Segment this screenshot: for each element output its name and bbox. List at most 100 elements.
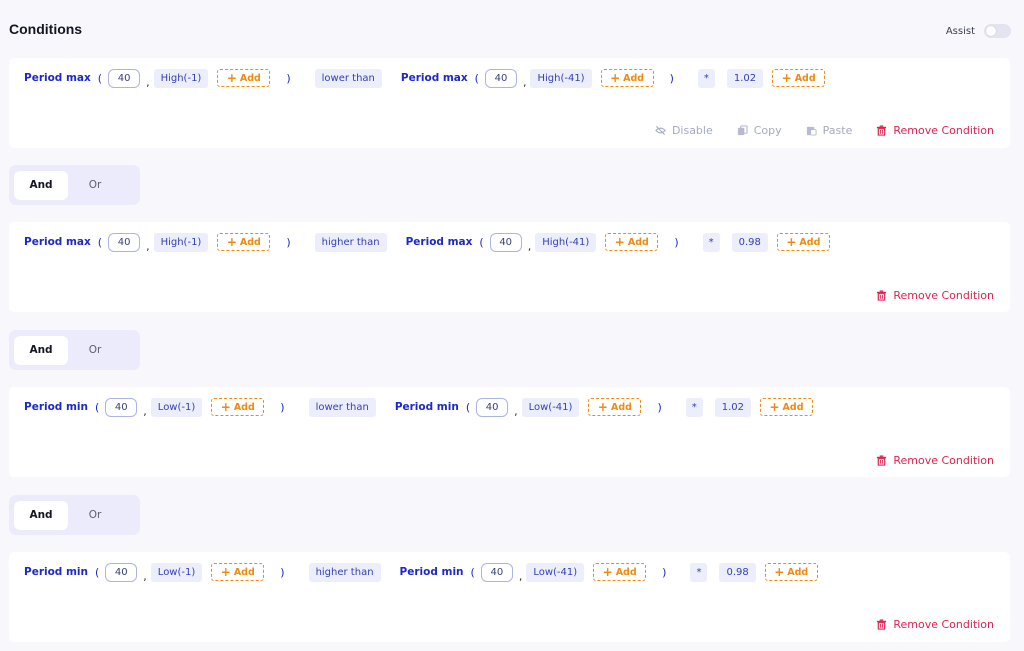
right-function[interactable]: Period min xyxy=(400,566,464,578)
add-label: Add xyxy=(627,236,649,248)
or-button[interactable]: Or xyxy=(68,336,122,365)
comma: , xyxy=(146,75,150,89)
left-period-input[interactable]: 40 xyxy=(108,68,141,88)
right-period-input[interactable]: 40 xyxy=(484,68,517,88)
multiplier-chip[interactable]: 1.02 xyxy=(714,397,751,417)
remove-condition-button[interactable]: Remove Condition xyxy=(876,124,994,137)
left-source-chip[interactable]: High(-1) xyxy=(153,68,209,88)
operator-chip[interactable]: * xyxy=(685,397,703,417)
add-button[interactable]: + Add xyxy=(600,69,654,87)
add-button[interactable]: + Add xyxy=(588,398,642,416)
right-function[interactable]: Period max xyxy=(406,236,473,248)
right-source-chip[interactable]: Low(-41) xyxy=(521,397,580,417)
eye-off-icon xyxy=(655,125,666,136)
add-button[interactable]: + Add xyxy=(772,69,826,87)
and-button[interactable]: And xyxy=(14,170,68,200)
remove-condition-button[interactable]: Remove Condition xyxy=(876,618,994,631)
right-period-input[interactable]: 40 xyxy=(489,232,522,252)
plus-icon: + xyxy=(220,565,231,579)
remove-condition-button[interactable]: Remove Condition xyxy=(876,454,994,467)
disable-label: Disable xyxy=(671,124,713,137)
add-label: Add xyxy=(787,566,809,578)
comparator-chip[interactable]: higher than xyxy=(314,232,387,252)
comma: , xyxy=(143,404,147,418)
comparator-chip[interactable]: higher than xyxy=(308,562,381,582)
copy-button[interactable]: Copy xyxy=(737,124,782,137)
comparator-chip[interactable]: lower than xyxy=(308,397,376,417)
right-function[interactable]: Period min xyxy=(395,401,459,413)
right-period-input[interactable]: 40 xyxy=(480,562,513,582)
condition-card: Period min ( 40 , Low(-1) + Add ) higher … xyxy=(9,552,1010,642)
add-button[interactable]: + Add xyxy=(211,398,265,416)
operator-chip[interactable]: * xyxy=(690,562,708,582)
plus-icon: + xyxy=(610,71,621,85)
condition-card: Period max ( 40 , High(-1) + Add ) lower … xyxy=(9,58,1010,148)
or-button[interactable]: Or xyxy=(68,501,122,530)
condition-row: Period max ( 40 , High(-1) + Add ) higher… xyxy=(24,222,830,262)
comma: , xyxy=(143,569,147,583)
right-period-input[interactable]: 40 xyxy=(476,397,509,417)
trash-icon xyxy=(877,619,887,630)
condition-actions: Remove Condition xyxy=(876,289,994,302)
remove-label: Remove Condition xyxy=(893,454,994,467)
assist-toggle[interactable] xyxy=(984,24,1011,38)
left-period-input[interactable]: 40 xyxy=(105,397,138,417)
paste-button[interactable]: Paste xyxy=(806,124,852,137)
left-function[interactable]: Period min xyxy=(24,566,88,578)
add-button[interactable]: + Add xyxy=(776,233,830,251)
close-paren: ) xyxy=(280,565,285,579)
left-function[interactable]: Period min xyxy=(24,401,88,413)
add-button[interactable]: + Add xyxy=(605,233,659,251)
comma: , xyxy=(514,404,518,418)
plus-icon: + xyxy=(786,235,797,249)
right-source-chip[interactable]: Low(-41) xyxy=(526,562,585,582)
right-source-chip[interactable]: High(-41) xyxy=(535,232,597,252)
close-paren: ) xyxy=(669,71,674,85)
add-button[interactable]: + Add xyxy=(217,233,271,251)
plus-icon: + xyxy=(226,71,237,85)
close-paren: ) xyxy=(657,400,662,414)
close-paren: ) xyxy=(286,235,291,249)
left-source-chip[interactable]: Low(-1) xyxy=(150,397,203,417)
add-label: Add xyxy=(239,236,261,248)
add-button[interactable]: + Add xyxy=(211,563,265,581)
remove-condition-button[interactable]: Remove Condition xyxy=(876,289,994,302)
multiplier-chip[interactable]: 0.98 xyxy=(719,562,756,582)
operator-chip[interactable]: * xyxy=(702,232,720,252)
or-button[interactable]: Or xyxy=(68,171,122,200)
comma: , xyxy=(518,569,523,583)
open-paren: ( xyxy=(470,565,475,579)
plus-icon: + xyxy=(781,71,792,85)
right-function[interactable]: Period max xyxy=(401,72,468,84)
plus-icon: + xyxy=(220,400,231,414)
left-period-input[interactable]: 40 xyxy=(105,562,138,582)
and-button[interactable]: And xyxy=(14,500,68,530)
paste-icon xyxy=(806,126,817,136)
add-label: Add xyxy=(610,401,632,413)
add-label: Add xyxy=(233,566,255,578)
trash-icon xyxy=(877,290,887,301)
add-button[interactable]: + Add xyxy=(593,563,647,581)
comparator-chip[interactable]: lower than xyxy=(314,68,382,88)
left-function[interactable]: Period max xyxy=(24,72,91,84)
add-button[interactable]: + Add xyxy=(760,398,813,416)
add-label: Add xyxy=(239,72,261,84)
left-source-chip[interactable]: High(-1) xyxy=(153,232,209,252)
comma: , xyxy=(146,239,150,253)
disable-button[interactable]: Disable xyxy=(655,124,713,137)
right-source-chip[interactable]: High(-41) xyxy=(530,68,592,88)
open-paren: ( xyxy=(95,400,100,414)
multiplier-chip[interactable]: 1.02 xyxy=(726,68,764,88)
and-button[interactable]: And xyxy=(14,335,68,365)
multiplier-chip[interactable]: 0.98 xyxy=(731,232,768,252)
open-paren: ( xyxy=(97,235,103,249)
left-source-chip[interactable]: Low(-1) xyxy=(150,562,203,582)
assist-label: Assist xyxy=(945,25,975,37)
operator-chip[interactable]: * xyxy=(697,68,715,88)
left-period-input[interactable]: 40 xyxy=(108,232,141,252)
close-paren: ) xyxy=(286,71,291,85)
page-title: Conditions xyxy=(9,21,83,37)
add-button[interactable]: + Add xyxy=(217,69,271,87)
add-button[interactable]: + Add xyxy=(764,563,818,581)
left-function[interactable]: Period max xyxy=(24,236,91,248)
